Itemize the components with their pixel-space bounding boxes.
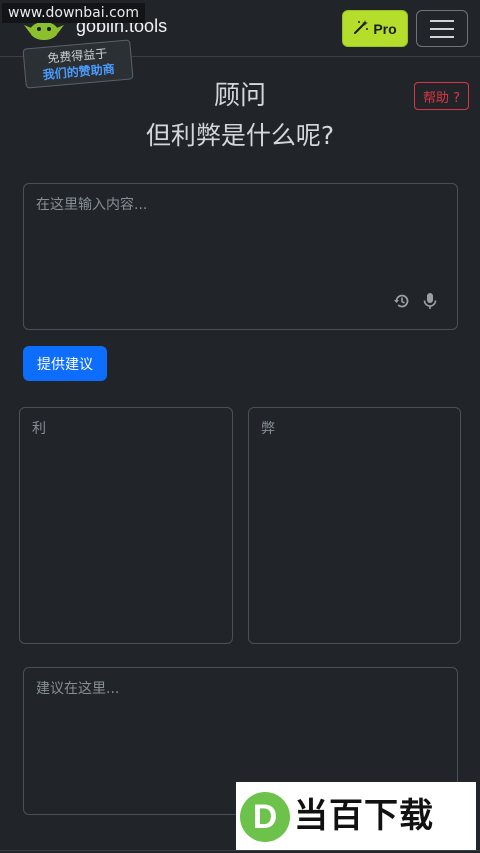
downbai-watermark-badge: D 当百下载 xyxy=(236,782,476,850)
watermark-text: www.downbai.com xyxy=(2,3,145,23)
suggestion-placeholder: 建议在这里... xyxy=(36,681,120,697)
microphone-icon[interactable] xyxy=(422,292,438,314)
downbai-logo-icon: D xyxy=(240,792,290,842)
downbai-badge-text: 当百下载 xyxy=(294,796,434,836)
pro-button[interactable]: Pro xyxy=(342,10,408,47)
input-textarea[interactable]: 在这里输入内容... xyxy=(23,183,458,330)
input-placeholder: 在这里输入内容... xyxy=(36,197,148,213)
page-title: 顾问 xyxy=(213,81,266,111)
cons-label: 弊 xyxy=(261,421,275,437)
pros-textarea[interactable]: 利 xyxy=(19,407,233,644)
pro-label: Pro xyxy=(373,20,397,37)
cons-textarea[interactable]: 弊 xyxy=(248,407,461,644)
hamburger-menu-icon[interactable] xyxy=(416,10,468,47)
history-icon[interactable] xyxy=(393,292,411,314)
pros-label: 利 xyxy=(32,421,46,437)
divider xyxy=(0,850,480,851)
magic-wand-icon xyxy=(353,19,369,38)
submit-advice-button[interactable]: 提供建议 xyxy=(23,346,107,381)
page-subtitle: 但利弊是什么呢? xyxy=(145,121,335,150)
